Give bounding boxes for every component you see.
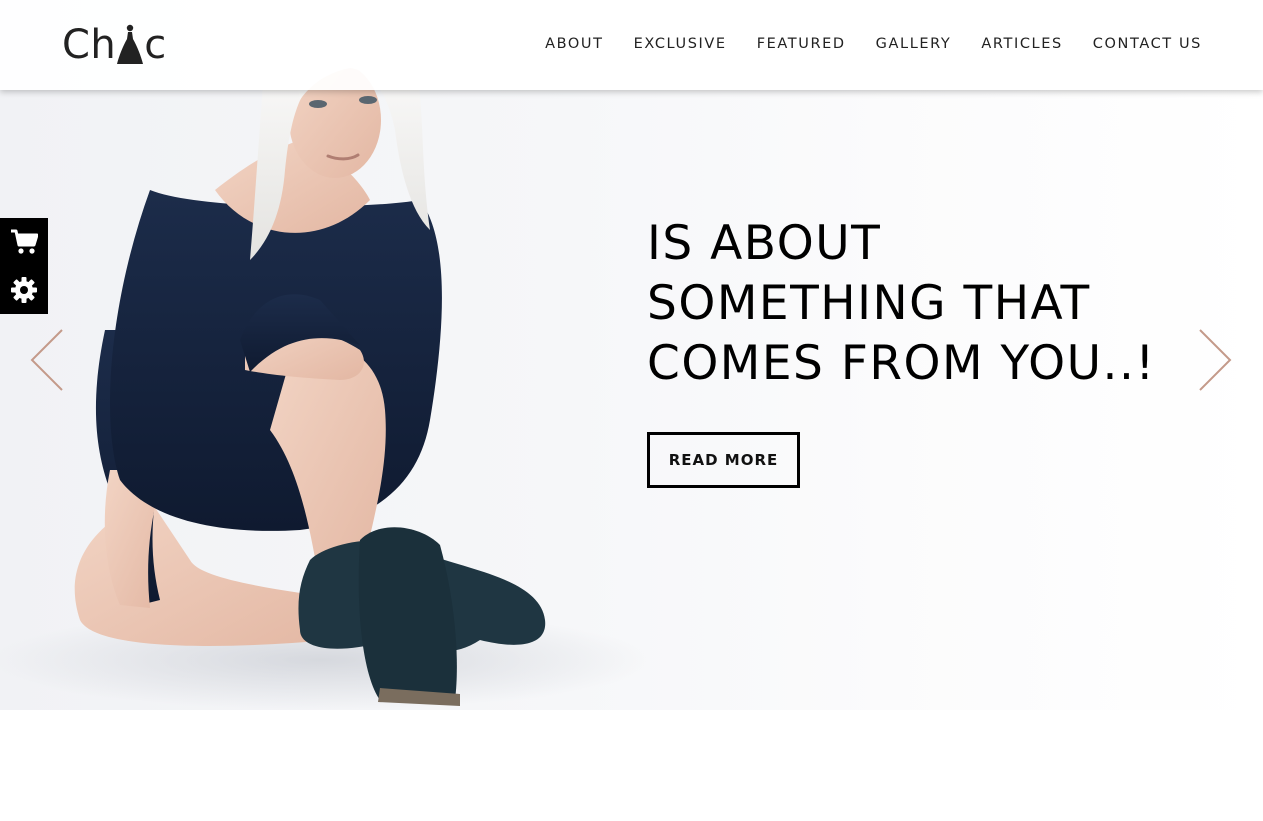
read-more-button[interactable]: READ MORE: [647, 432, 800, 488]
slide-heading-line-3: COMES FROM YOU..!: [647, 336, 1156, 391]
shopping-cart-icon: [11, 229, 38, 254]
nav-item-contact-us[interactable]: CONTACT US: [1093, 34, 1202, 54]
settings-button[interactable]: [0, 266, 48, 314]
side-widget: [0, 218, 48, 314]
slide-heading-line-2: SOMETHING THAT: [647, 276, 1091, 331]
page: Ch c ABOUT EXCLUSIVE FEATURED GALLERY AR…: [0, 0, 1263, 821]
site-header: Ch c ABOUT EXCLUSIVE FEATURED GALLERY AR…: [0, 0, 1263, 90]
dress-logo-icon: [117, 24, 144, 64]
logo[interactable]: Ch c: [62, 22, 167, 68]
cart-button[interactable]: [0, 218, 48, 266]
nav-item-gallery[interactable]: GALLERY: [876, 34, 952, 54]
slider-prev-arrow-icon[interactable]: [30, 329, 64, 391]
slide-heading: IS ABOUT SOMETHING THAT COMES FROM YOU..…: [647, 214, 1207, 394]
logo-text-start: Ch: [62, 22, 117, 68]
nav-item-articles[interactable]: ARTICLES: [981, 34, 1062, 54]
slider-next-arrow-icon[interactable]: [1198, 329, 1232, 391]
nav-item-about[interactable]: ABOUT: [545, 34, 604, 54]
logo-text-end: c: [144, 22, 167, 68]
main-nav: ABOUT EXCLUSIVE FEATURED GALLERY ARTICLE…: [515, 34, 1202, 54]
gear-icon: [11, 277, 37, 303]
nav-item-featured[interactable]: FEATURED: [757, 34, 846, 54]
slide-heading-line-1: IS ABOUT: [647, 216, 882, 271]
nav-item-exclusive[interactable]: EXCLUSIVE: [634, 34, 727, 54]
